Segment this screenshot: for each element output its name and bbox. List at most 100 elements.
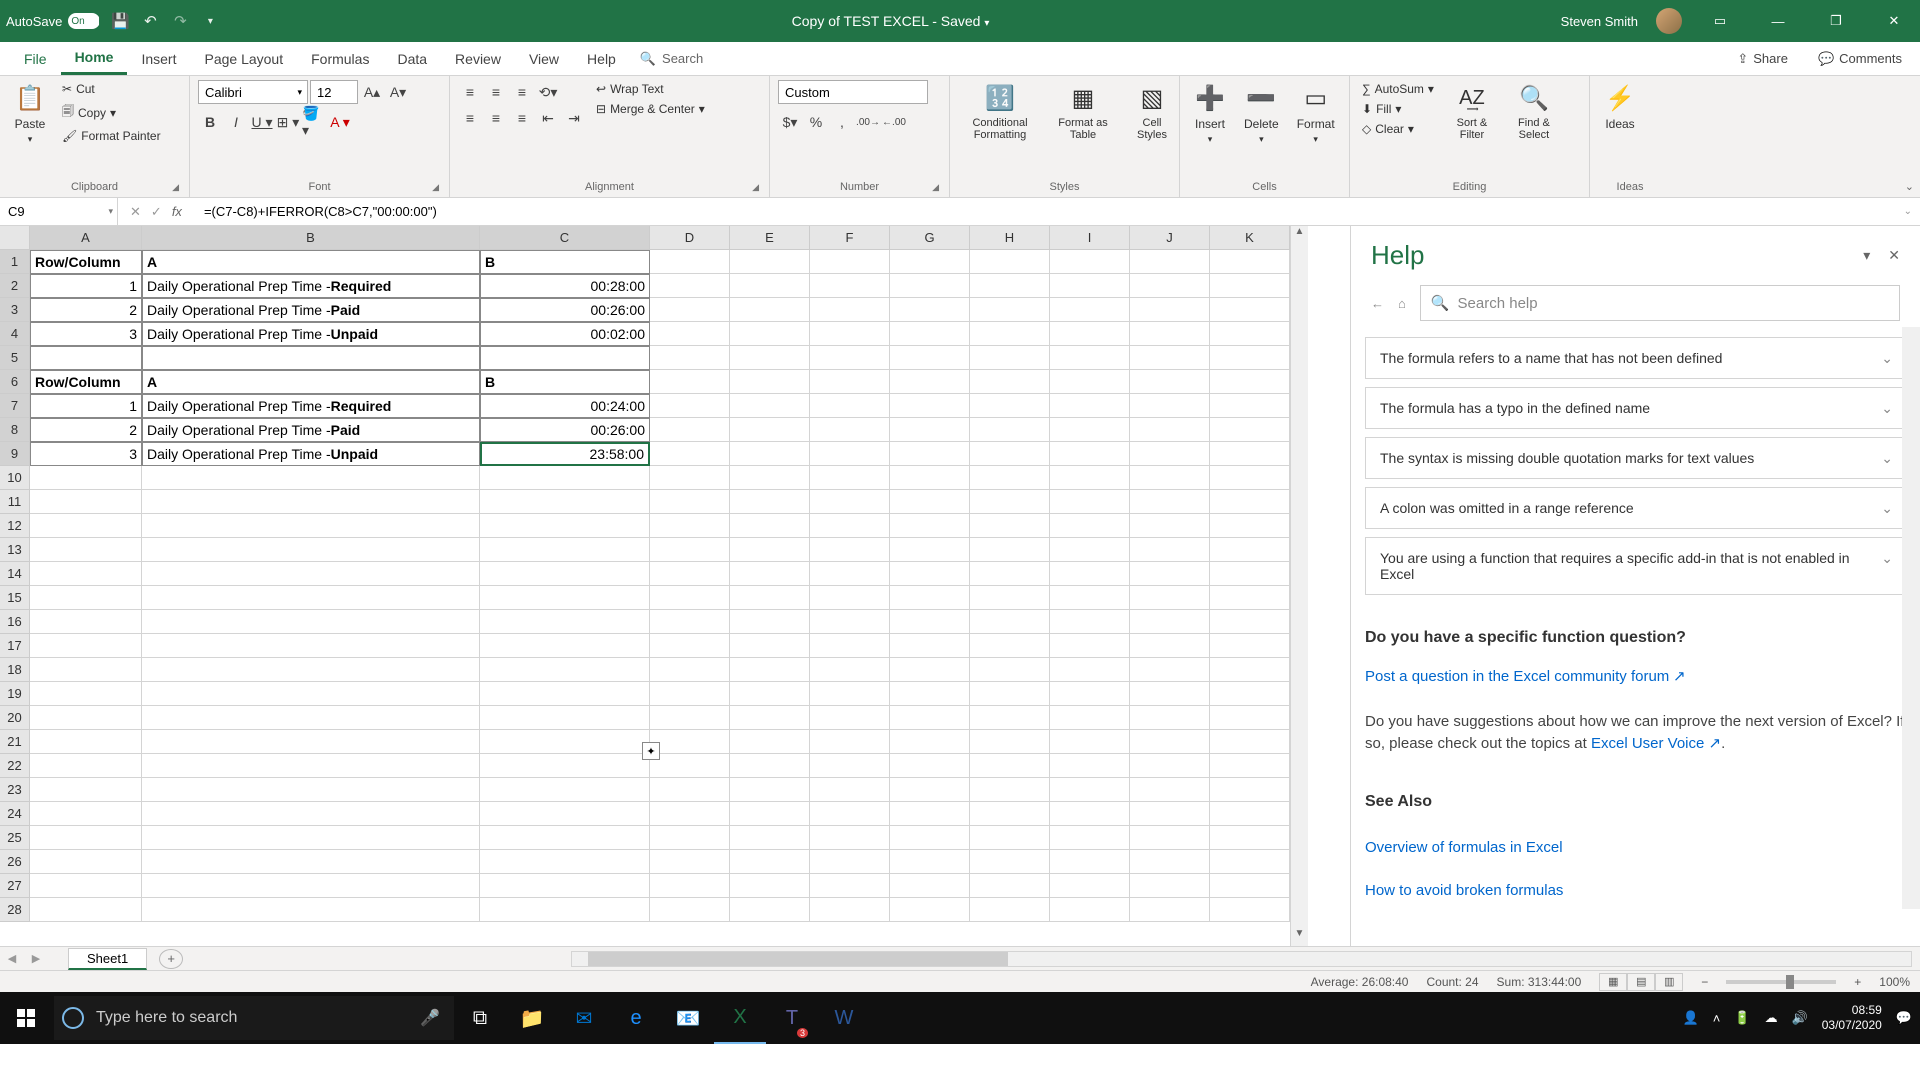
row-header[interactable]: 8 (0, 418, 30, 442)
cell[interactable] (142, 826, 480, 850)
collapse-ribbon-icon[interactable]: ⌄ (1905, 180, 1914, 193)
row-header[interactable]: 9 (0, 442, 30, 466)
add-sheet-button[interactable]: + (159, 949, 183, 969)
cell[interactable] (650, 682, 730, 706)
start-button[interactable] (0, 992, 52, 1044)
cell[interactable] (30, 538, 142, 562)
merge-center-button[interactable]: ⊟Merge & Center ▾ (592, 100, 709, 118)
cell[interactable] (650, 418, 730, 442)
cell[interactable] (890, 562, 970, 586)
cell[interactable] (1130, 418, 1210, 442)
cell[interactable] (1210, 730, 1290, 754)
cell[interactable] (1050, 610, 1130, 634)
col-header-h[interactable]: H (970, 226, 1050, 250)
cell[interactable]: 1 (30, 274, 142, 298)
cell[interactable] (890, 370, 970, 394)
cell[interactable] (142, 898, 480, 922)
col-header-i[interactable]: I (1050, 226, 1130, 250)
vertical-scrollbar[interactable]: ▲ ▼ (1290, 226, 1308, 946)
insert-cells-button[interactable]: ➕Insert▾ (1188, 80, 1232, 147)
cell[interactable]: Daily Operational Prep Time - Required (142, 394, 480, 418)
cell[interactable] (730, 658, 810, 682)
cell[interactable] (1130, 682, 1210, 706)
zoom-level[interactable]: 100% (1879, 975, 1910, 989)
cell[interactable] (1210, 562, 1290, 586)
number-format-select[interactable]: Custom (778, 80, 928, 104)
formula-input[interactable]: =(C7-C8)+IFERROR(C8>C7,"00:00:00") (194, 204, 1896, 219)
row-header[interactable]: 3 (0, 298, 30, 322)
help-item[interactable]: You are using a function that requires a… (1365, 537, 1906, 595)
cell[interactable]: Row/Column (30, 250, 142, 274)
people-icon[interactable]: 👤 (1683, 1010, 1699, 1026)
cell[interactable] (1050, 490, 1130, 514)
cell[interactable] (730, 394, 810, 418)
cell[interactable] (1050, 370, 1130, 394)
alignment-launcher-icon[interactable]: ◢ (752, 182, 759, 193)
cell[interactable] (970, 826, 1050, 850)
cell[interactable] (1130, 634, 1210, 658)
cell[interactable] (890, 514, 970, 538)
fill-button[interactable]: ⬇Fill ▾ (1358, 100, 1438, 118)
font-size-select[interactable]: 12 (310, 80, 358, 104)
row-header[interactable]: 26 (0, 850, 30, 874)
cell[interactable] (1130, 730, 1210, 754)
cell[interactable] (1050, 298, 1130, 322)
cell[interactable] (142, 682, 480, 706)
cell[interactable] (30, 706, 142, 730)
excel-icon[interactable]: X (714, 992, 766, 1044)
active-cell[interactable]: 23:58:00 (480, 442, 650, 466)
cell[interactable] (1210, 802, 1290, 826)
cell[interactable] (142, 850, 480, 874)
help-item[interactable]: The formula refers to a name that has no… (1365, 337, 1906, 379)
cell[interactable] (142, 346, 480, 370)
cell[interactable] (730, 418, 810, 442)
name-box[interactable]: C9▾ (0, 198, 118, 225)
taskbar-search[interactable]: Type here to search 🎤 (54, 996, 454, 1040)
cell[interactable] (730, 706, 810, 730)
cell[interactable] (970, 370, 1050, 394)
ribbon-display-icon[interactable]: ▭ (1700, 13, 1740, 29)
file-explorer-icon[interactable]: 📁 (506, 992, 558, 1044)
cell[interactable] (142, 730, 480, 754)
cell[interactable] (970, 418, 1050, 442)
cell[interactable] (810, 442, 890, 466)
cell[interactable]: B (480, 250, 650, 274)
cell[interactable] (30, 802, 142, 826)
cell[interactable]: Daily Operational Prep Time - Paid (142, 418, 480, 442)
cell[interactable] (810, 850, 890, 874)
expand-formula-bar-icon[interactable]: ⌄ (1896, 206, 1920, 217)
cell[interactable] (480, 658, 650, 682)
cell[interactable] (650, 274, 730, 298)
cell[interactable]: B (480, 370, 650, 394)
cell[interactable]: Daily Operational Prep Time - Required (142, 274, 480, 298)
cell[interactable] (142, 802, 480, 826)
cell[interactable] (890, 490, 970, 514)
cell[interactable] (650, 730, 730, 754)
cell[interactable] (480, 490, 650, 514)
cell[interactable]: Daily Operational Prep Time - Unpaid (142, 442, 480, 466)
cell[interactable]: 00:26:00 (480, 418, 650, 442)
cell[interactable] (650, 538, 730, 562)
redo-icon[interactable]: ↷ (170, 11, 190, 31)
cell[interactable] (890, 658, 970, 682)
col-header-c[interactable]: C (480, 226, 650, 250)
cell[interactable] (970, 802, 1050, 826)
help-item[interactable]: The syntax is missing double quotation m… (1365, 437, 1906, 479)
cell[interactable] (30, 562, 142, 586)
cell[interactable] (650, 634, 730, 658)
cell[interactable]: 00:02:00 (480, 322, 650, 346)
autosave-toggle[interactable]: AutoSave On (6, 13, 100, 29)
help-home-icon[interactable]: ⌂ (1398, 296, 1406, 311)
cell[interactable] (970, 442, 1050, 466)
cell[interactable] (810, 538, 890, 562)
cell[interactable] (30, 754, 142, 778)
cut-button[interactable]: ✂Cut (58, 80, 165, 98)
cell[interactable] (890, 778, 970, 802)
cell[interactable] (1210, 250, 1290, 274)
cell[interactable] (1130, 250, 1210, 274)
tray-chevron-icon[interactable]: ˄ (1713, 1011, 1721, 1026)
tell-me-search[interactable]: 🔍Search (640, 51, 703, 67)
cell[interactable] (1130, 898, 1210, 922)
cell[interactable] (1050, 346, 1130, 370)
cell[interactable] (970, 634, 1050, 658)
